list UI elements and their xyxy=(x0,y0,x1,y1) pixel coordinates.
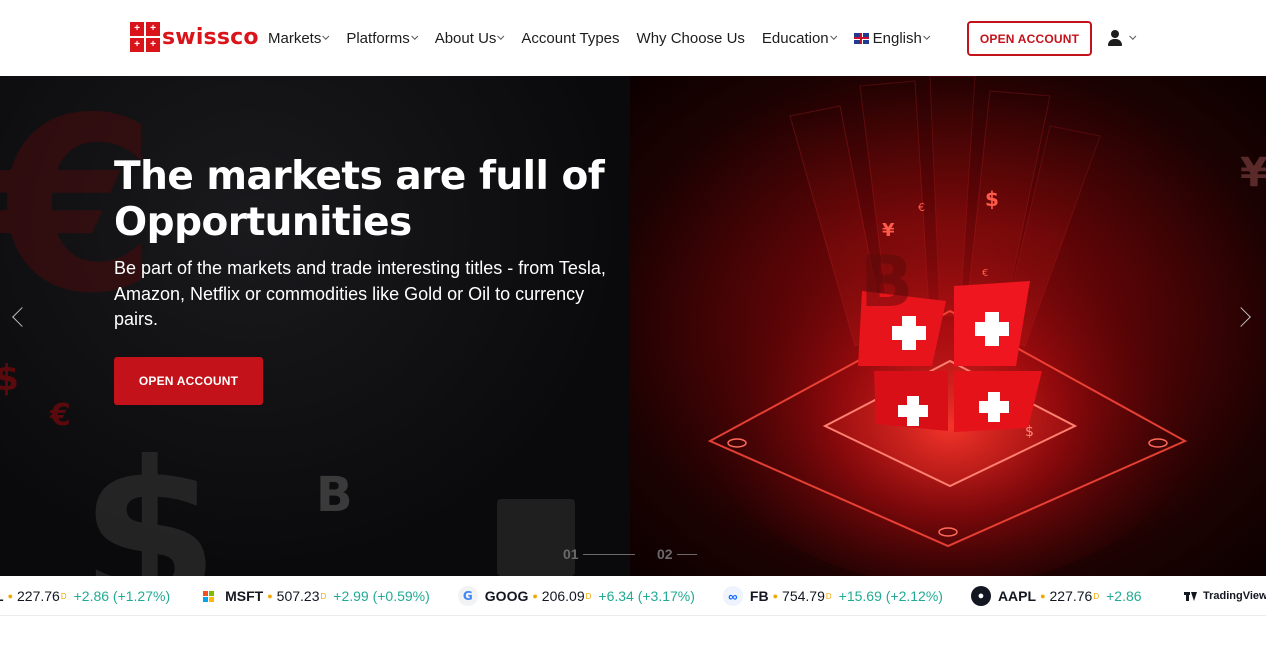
svg-text:$: $ xyxy=(985,187,999,211)
dollar-background-icon: $ xyxy=(0,358,20,399)
ticker-item[interactable]: G GOOG ● 206.09 D +6.34 (+3.17%) xyxy=(457,586,695,606)
microsoft-icon xyxy=(198,586,218,606)
slide-number: 01 xyxy=(563,546,579,562)
nav-item-account-types[interactable]: Account Types xyxy=(521,30,619,47)
slide-number: 02 xyxy=(657,546,673,562)
bitcoin-background-icon: B xyxy=(316,467,353,523)
tradingview-logo-icon xyxy=(1184,591,1198,601)
svg-text:B: B xyxy=(860,241,913,323)
hero-title: The markets are full of Opportunities xyxy=(114,154,605,245)
ticker-item[interactable]: MSFT ● 507.23 D +2.99 (+0.59%) xyxy=(198,586,430,606)
nav-item-markets[interactable]: Markets xyxy=(268,29,330,47)
slide-indicator-line xyxy=(676,553,697,555)
stock-ticker-tape: L● 227.76D +2.86 (+1.27%) MSFT● 507.23D … xyxy=(0,576,1266,616)
ticker-price: 227.76 xyxy=(17,588,60,604)
slide-indicator-01[interactable]: 01 xyxy=(563,546,635,562)
hero-slider: $ ¥ € € $ ¥ B € $ B € $ The markets are … xyxy=(0,76,1266,576)
ticker-dot: ● xyxy=(1040,591,1046,601)
ticker-symbol: L xyxy=(0,588,4,604)
ticker-dot: ● xyxy=(772,591,779,601)
ticker-symbol: AAPL xyxy=(997,588,1037,604)
nav-item-education[interactable]: Education xyxy=(762,30,837,47)
svg-text:€: € xyxy=(982,268,988,279)
ticker-change: +6.34 (+3.17%) xyxy=(598,588,695,604)
meta-icon: ∞ xyxy=(722,586,743,606)
site-header: + + + + swissco Markets Platforms About Us … xyxy=(0,0,1266,76)
language-selector[interactable]: English xyxy=(853,29,931,47)
ticker-price: 206.09 xyxy=(541,588,585,604)
ticker-change: +15.69 (+2.12%) xyxy=(838,588,943,604)
ticker-price: 507.23 xyxy=(276,588,320,604)
nav-item-label: Platforms xyxy=(346,29,410,47)
tradingview-label: TradingView xyxy=(1203,590,1266,602)
chevron-down-icon xyxy=(497,32,505,40)
header-open-account-button[interactable]: OPEN ACCOUNT xyxy=(967,21,1092,56)
svg-text:$: $ xyxy=(1025,424,1034,440)
chevron-down-icon xyxy=(410,32,419,40)
swiss-cube-illustration: $ ¥ € € $ ¥ B xyxy=(690,76,1266,576)
delay-marker: D xyxy=(825,591,832,601)
nav-item-label: Markets xyxy=(268,29,322,47)
uk-flag-icon xyxy=(853,32,869,44)
user-menu[interactable] xyxy=(1108,30,1137,46)
svg-text:¥: ¥ xyxy=(1240,150,1266,196)
slide-indicator-02[interactable]: 02 xyxy=(657,546,697,562)
svg-text:€: € xyxy=(918,201,925,214)
ticker-dot: ● xyxy=(532,591,538,601)
ticker-change: +2.99 (+0.59%) xyxy=(333,588,430,604)
nav-item-about-us[interactable]: About Us xyxy=(435,30,505,47)
nav-item-label: Why Choose Us xyxy=(636,29,745,47)
delay-marker: D xyxy=(585,591,592,601)
ticker-item[interactable]: L● 227.76D +2.86 (+1.27%) xyxy=(0,588,170,604)
nav-item-label: Education xyxy=(761,29,829,47)
nav-item-label: Account Types xyxy=(521,29,620,47)
nav-item-label: About Us xyxy=(434,29,497,47)
hero-background-right: $ ¥ € € $ ¥ B xyxy=(630,76,1266,576)
chevron-down-icon xyxy=(322,32,330,40)
ticker-item[interactable]: ∞ FB ● 754.79 D +15.69 (+2.12%) xyxy=(722,586,943,606)
ticker-item[interactable]: ● AAPL ● 227.76 D +2.86 xyxy=(970,586,1142,606)
ticker-change: +2.86 (+1.27%) xyxy=(73,588,171,604)
nav-item-platforms[interactable]: Platforms xyxy=(346,29,419,47)
oil-barrel-background-icon xyxy=(497,499,575,576)
chevron-down-icon xyxy=(829,32,837,40)
chevron-down-icon xyxy=(1129,32,1137,40)
svg-text:¥: ¥ xyxy=(882,220,895,241)
delay-marker: D xyxy=(320,591,327,601)
brand-logo[interactable]: + + + + swissco xyxy=(130,22,259,52)
ticker-dot: ● xyxy=(267,591,273,601)
chevron-down-icon xyxy=(923,32,931,40)
ticker-price: 227.76 xyxy=(1049,588,1093,604)
swiss-cross-logo-icon: + + + + xyxy=(130,22,160,52)
ticker-symbol: FB xyxy=(749,588,769,604)
language-label: English xyxy=(872,29,922,47)
hero-subtitle: Be part of the markets and trade interes… xyxy=(114,258,606,329)
euro-background-icon: € xyxy=(50,398,71,433)
ticker-dot: ● xyxy=(7,591,13,601)
nav-item-why-choose-us[interactable]: Why Choose Us xyxy=(637,30,745,47)
main-nav: Markets Platforms About Us Account Types… xyxy=(268,28,947,48)
slide-indicator-line xyxy=(582,553,635,555)
brand-name: swissco xyxy=(162,24,259,50)
google-icon: G xyxy=(457,586,478,606)
ticker-symbol: GOOG xyxy=(484,588,529,604)
user-icon xyxy=(1108,30,1122,46)
ticker-price: 754.79 xyxy=(782,588,825,604)
delay-marker: D xyxy=(60,591,67,601)
hero-open-account-button[interactable]: OPEN ACCOUNT xyxy=(114,357,263,405)
tradingview-badge[interactable]: TradingView xyxy=(1178,582,1266,610)
apple-icon: ● xyxy=(970,586,991,606)
ticker-symbol: MSFT xyxy=(225,588,264,604)
ticker-track: L● 227.76D +2.86 (+1.27%) MSFT● 507.23D … xyxy=(0,576,1170,615)
ticker-change: +2.86 xyxy=(1106,588,1142,604)
dollar-background-icon: $ xyxy=(80,419,220,577)
delay-marker: D xyxy=(1093,591,1100,601)
